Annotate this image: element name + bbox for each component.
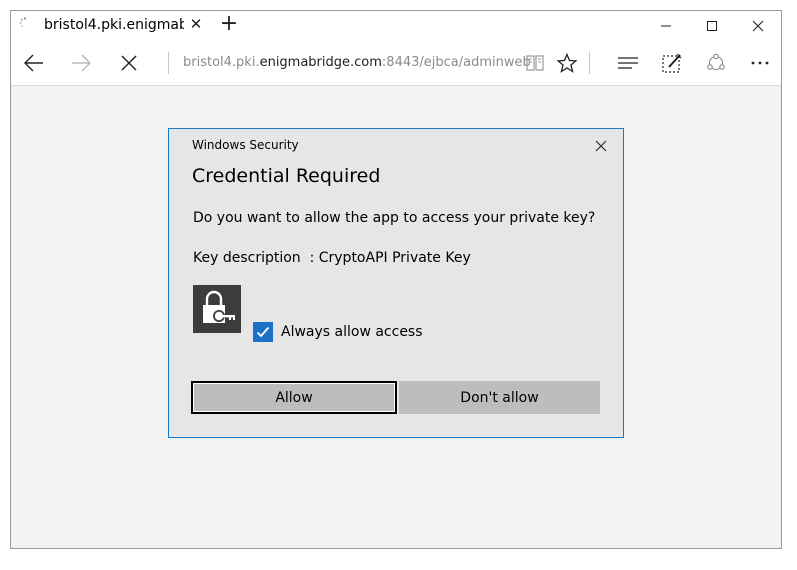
minimize-icon	[661, 25, 671, 27]
url-prefix: bristol4.pki.	[183, 55, 260, 70]
tab-close-icon[interactable]: ✕	[188, 15, 204, 33]
favorite-star-icon	[557, 53, 577, 73]
share-icon	[707, 53, 725, 71]
credential-dialog: Windows Security Credential Required Do …	[168, 128, 624, 438]
close-icon	[595, 140, 607, 152]
reading-view-button[interactable]	[517, 47, 553, 79]
web-note-icon	[662, 53, 682, 73]
favorite-button[interactable]	[549, 47, 585, 79]
allow-button[interactable]: Allow	[191, 381, 397, 414]
url-host: enigmabridge.com	[259, 55, 382, 70]
more-button[interactable]	[742, 47, 778, 79]
close-icon	[752, 20, 764, 32]
forward-arrow-icon	[72, 54, 91, 72]
maximize-icon	[707, 21, 717, 31]
navigation-bar: bristol4.pki.enigmabridge.com:8443/ejbca…	[11, 41, 781, 85]
toolbar-separator	[589, 52, 590, 74]
loading-spinner-icon	[19, 17, 27, 27]
close-window-button[interactable]	[735, 11, 781, 41]
stop-icon	[121, 55, 137, 71]
minimize-button[interactable]	[643, 11, 689, 41]
checkmark-icon	[256, 326, 270, 338]
dialog-caption: Windows Security	[192, 138, 299, 152]
reading-view-icon	[526, 55, 544, 71]
hub-button[interactable]	[610, 47, 646, 79]
share-button[interactable]	[698, 47, 734, 79]
dialog-question: Do you want to allow the app to access y…	[193, 210, 596, 226]
address-separator	[168, 52, 169, 74]
back-button[interactable]	[16, 47, 52, 79]
key-description: Key description : CryptoAPI Private Key	[193, 250, 471, 266]
tab-strip: bristol4.pki.enigmabridge ✕ +	[11, 11, 781, 41]
dont-allow-button[interactable]: Don't allow	[399, 381, 600, 414]
back-arrow-icon	[24, 54, 43, 72]
forward-button[interactable]	[63, 47, 99, 79]
address-bar[interactable]: bristol4.pki.enigmabridge.com:8443/ejbca…	[183, 55, 531, 70]
hub-icon	[618, 57, 638, 69]
browser-tab[interactable]: bristol4.pki.enigmabridge ✕	[11, 11, 211, 41]
tab-title: bristol4.pki.enigmabridge	[44, 17, 184, 33]
always-allow-label[interactable]: Always allow access	[281, 324, 423, 340]
maximize-button[interactable]	[689, 11, 735, 41]
dialog-close-button[interactable]	[591, 136, 611, 156]
stop-button[interactable]	[111, 47, 147, 79]
url-suffix: :8443/ejbca/adminweb	[381, 55, 531, 70]
always-allow-checkbox[interactable]	[253, 322, 273, 342]
new-tab-button[interactable]: +	[219, 13, 239, 35]
web-note-button[interactable]	[654, 47, 690, 79]
key-lock-icon	[193, 285, 241, 333]
more-icon	[751, 61, 769, 65]
dialog-heading: Credential Required	[192, 165, 381, 187]
